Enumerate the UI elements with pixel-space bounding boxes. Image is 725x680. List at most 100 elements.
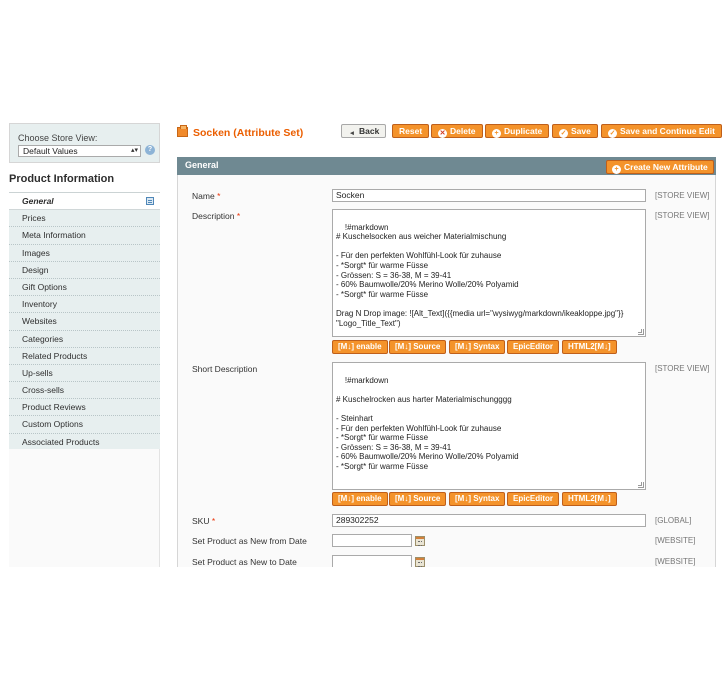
tab-label: General bbox=[22, 196, 54, 206]
back-button[interactable]: ◂ Back bbox=[341, 124, 387, 138]
sku-label-text: SKU bbox=[192, 516, 210, 526]
tab-design[interactable]: Design bbox=[9, 261, 160, 279]
tab-label: Associated Products bbox=[22, 436, 100, 447]
tab-label: Prices bbox=[22, 213, 46, 224]
create-new-attribute-button[interactable]: + Create New Attribute bbox=[606, 160, 714, 174]
save-continue-button[interactable]: ✓ Save and Continue Edit bbox=[601, 124, 722, 138]
tab-custom-options[interactable]: Custom Options bbox=[9, 416, 160, 434]
help-icon[interactable]: ? bbox=[145, 145, 155, 155]
sidebar-filler bbox=[9, 449, 160, 567]
tab-prices[interactable]: Prices bbox=[9, 210, 160, 228]
new-to-date-input[interactable] bbox=[332, 555, 412, 567]
add-icon: + bbox=[492, 129, 501, 138]
calendar-icon[interactable] bbox=[415, 536, 425, 546]
store-switcher-label: Choose Store View: bbox=[18, 133, 98, 143]
name-scope: [STORE VIEW] bbox=[655, 191, 710, 200]
markdown-enable-button[interactable]: [M↓] enable bbox=[332, 492, 388, 506]
tab-label: Websites bbox=[22, 316, 57, 327]
description-label: Description * bbox=[192, 211, 240, 221]
page-title: Socken (Attribute Set) bbox=[193, 127, 304, 139]
tab-categories[interactable]: Categories bbox=[9, 330, 160, 348]
tab-websites[interactable]: Websites bbox=[9, 313, 160, 331]
tab-changed-icon bbox=[146, 197, 154, 205]
short-description-label: Short Description bbox=[192, 364, 258, 374]
epiceditor-button[interactable]: EpicEditor bbox=[507, 492, 560, 506]
markdown-syntax-button[interactable]: [M↓] Syntax bbox=[449, 492, 506, 506]
tab-label: Gift Options bbox=[22, 281, 67, 292]
tab-label: Product Reviews bbox=[22, 402, 86, 413]
name-input[interactable]: Socken bbox=[332, 189, 646, 202]
name-label: Name * bbox=[192, 191, 220, 201]
calendar-icon[interactable] bbox=[415, 557, 425, 567]
delete-button[interactable]: ✕ Delete bbox=[431, 124, 483, 138]
required-marker: * bbox=[211, 516, 216, 526]
markdown-syntax-button[interactable]: [M↓] Syntax bbox=[449, 340, 506, 354]
tab-label: Categories bbox=[22, 333, 64, 344]
markdown-source-button[interactable]: [M↓] Source bbox=[389, 492, 447, 506]
create-attribute-label: Create New Attribute bbox=[624, 162, 708, 172]
tab-label: Up-sells bbox=[22, 367, 53, 378]
required-marker: * bbox=[236, 211, 241, 221]
description-text: !#markdown # Kuschelsocken aus weicher M… bbox=[336, 222, 624, 328]
checkmark-icon: ✓ bbox=[608, 129, 617, 138]
select-arrows-icon: ▴▾ bbox=[130, 147, 138, 154]
tab-label: Images bbox=[22, 247, 50, 258]
tab-gift-options[interactable]: Gift Options bbox=[9, 278, 160, 297]
sku-scope: [GLOBAL] bbox=[655, 516, 692, 525]
tab-label: Cross-sells bbox=[22, 385, 65, 396]
description-textarea[interactable]: !#markdown # Kuschelsocken aus weicher M… bbox=[332, 209, 646, 337]
markdown-enable-button[interactable]: [M↓] enable bbox=[332, 340, 388, 354]
resize-handle-icon[interactable] bbox=[638, 329, 644, 335]
store-view-select[interactable]: Default Values ▴▾ bbox=[18, 145, 141, 157]
add-icon: + bbox=[612, 165, 621, 174]
reset-button[interactable]: Reset bbox=[392, 124, 430, 138]
back-arrow-icon: ◂ bbox=[350, 130, 354, 137]
back-label: Back bbox=[359, 126, 380, 136]
delete-label: Delete bbox=[450, 126, 476, 136]
description-scope: [STORE VIEW] bbox=[655, 211, 710, 220]
new-to-date-label: Set Product as New to Date bbox=[192, 557, 297, 567]
markdown-source-button[interactable]: [M↓] Source bbox=[389, 340, 447, 354]
tab-label: Design bbox=[22, 264, 49, 275]
tab-related-products[interactable]: Related Products bbox=[9, 347, 160, 365]
sku-label: SKU * bbox=[192, 516, 215, 526]
tab-label: Inventory bbox=[22, 299, 57, 310]
tab-meta-information[interactable]: Meta Information bbox=[9, 227, 160, 245]
tab-label: Related Products bbox=[22, 350, 88, 361]
tab-product-reviews[interactable]: Product Reviews bbox=[9, 399, 160, 417]
short-description-text: !#markdown # Kuschelrocken aus harter Ma… bbox=[336, 375, 519, 471]
save-label: Save bbox=[571, 126, 591, 136]
html2markdown-button[interactable]: HTML2[M↓] bbox=[562, 340, 617, 354]
store-view-value: Default Values bbox=[23, 146, 78, 156]
tab-cross-sells[interactable]: Cross-sells bbox=[9, 382, 160, 400]
checkmark-icon: ✓ bbox=[559, 129, 568, 138]
section-title: General bbox=[185, 160, 219, 170]
new-from-date-label: Set Product as New from Date bbox=[192, 536, 307, 546]
tab-up-sells[interactable]: Up-sells bbox=[9, 364, 160, 383]
tab-images[interactable]: Images bbox=[9, 244, 160, 262]
reset-label: Reset bbox=[399, 126, 423, 136]
tab-inventory[interactable]: Inventory bbox=[9, 296, 160, 314]
store-switcher: Choose Store View: Default Values ▴▾ ? bbox=[9, 123, 160, 163]
short-description-scope: [STORE VIEW] bbox=[655, 364, 710, 373]
attribute-set-icon bbox=[177, 125, 188, 137]
duplicate-label: Duplicate bbox=[504, 126, 543, 136]
name-label-text: Name bbox=[192, 191, 215, 201]
html2markdown-button[interactable]: HTML2[M↓] bbox=[562, 492, 617, 506]
save-button[interactable]: ✓ Save bbox=[552, 124, 598, 138]
save-continue-label: Save and Continue Edit bbox=[620, 126, 715, 136]
sidebar-tabs: General Prices Meta Information Images D… bbox=[9, 192, 160, 451]
admin-viewport: Choose Store View: Default Values ▴▾ ? P… bbox=[0, 113, 725, 567]
resize-handle-icon[interactable] bbox=[638, 482, 644, 488]
epiceditor-button[interactable]: EpicEditor bbox=[507, 340, 560, 354]
description-label-text: Description bbox=[192, 211, 235, 221]
tab-general[interactable]: General bbox=[9, 193, 160, 211]
delete-icon: ✕ bbox=[438, 129, 447, 138]
new-from-date-scope: [WEBSITE] bbox=[655, 536, 696, 545]
sku-input[interactable]: 289302252 bbox=[332, 514, 646, 527]
new-to-date-scope: [WEBSITE] bbox=[655, 557, 696, 566]
required-marker: * bbox=[217, 191, 221, 201]
new-from-date-input[interactable] bbox=[332, 534, 412, 547]
duplicate-button[interactable]: + Duplicate bbox=[485, 124, 550, 138]
short-description-textarea[interactable]: !#markdown # Kuschelrocken aus harter Ma… bbox=[332, 362, 646, 490]
